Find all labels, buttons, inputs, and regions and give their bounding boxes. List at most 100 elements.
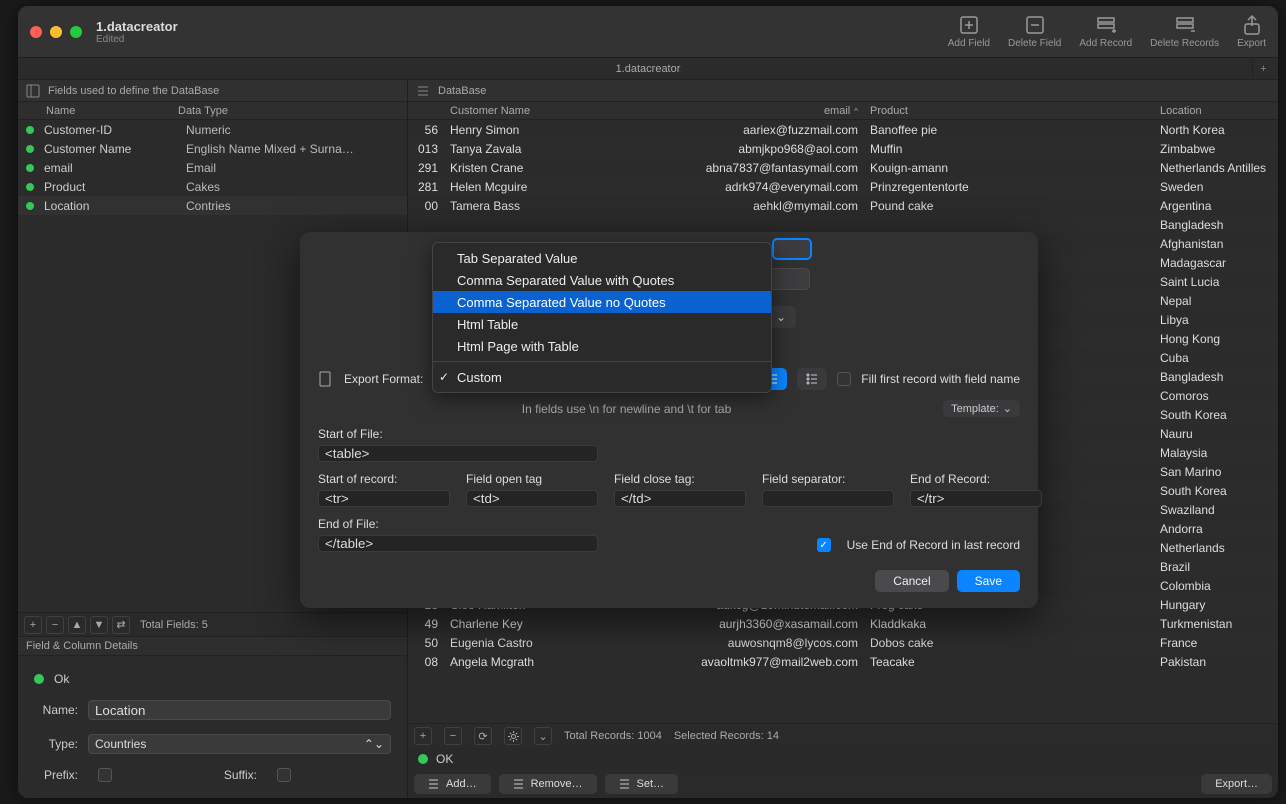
add-record-button[interactable]: Add Record bbox=[1079, 14, 1132, 49]
fields-panel-header: Fields used to define the DataBase bbox=[18, 80, 407, 102]
grid-view-toggle[interactable] bbox=[797, 368, 827, 390]
toolbar: Add Field Delete Field Add Record Delete… bbox=[948, 14, 1266, 49]
menu-item[interactable]: Tab Separated Value bbox=[433, 247, 771, 269]
end-record-input[interactable] bbox=[910, 490, 1042, 507]
open-tag-input[interactable] bbox=[466, 490, 598, 507]
status-dot-icon bbox=[34, 674, 44, 684]
add-field-mini-button[interactable]: + bbox=[24, 616, 42, 634]
menu-item[interactable]: Html Table bbox=[433, 313, 771, 335]
start-file-input[interactable] bbox=[318, 445, 598, 462]
field-row[interactable]: Product Cakes bbox=[18, 177, 407, 196]
shuffle-button[interactable]: ⇄ bbox=[112, 616, 130, 634]
move-down-button[interactable]: ▼ bbox=[90, 616, 108, 634]
app-window: 1.datacreator Edited Add Field Delete Fi… bbox=[18, 6, 1278, 798]
field-type: English Name Mixed + Surna… bbox=[186, 142, 407, 156]
field-type-select[interactable]: Countries ⌃⌄ bbox=[88, 734, 391, 754]
minimize-window-button[interactable] bbox=[50, 26, 62, 38]
end-file-label: End of File: bbox=[318, 517, 598, 531]
menu-item-custom[interactable]: ✓ Custom bbox=[433, 366, 771, 388]
prefix-label: Prefix: bbox=[34, 768, 78, 782]
zoom-window-button[interactable] bbox=[70, 26, 82, 38]
tab-bar: 1.datacreator + bbox=[18, 58, 1278, 80]
cancel-button[interactable]: Cancel bbox=[875, 570, 948, 592]
titlebar: 1.datacreator Edited Add Field Delete Fi… bbox=[18, 6, 1278, 58]
window-subtitle: Edited bbox=[96, 34, 178, 45]
field-status: Ok bbox=[34, 672, 391, 686]
status-dot-icon bbox=[26, 145, 34, 153]
export-icon bbox=[1241, 14, 1263, 36]
start-record-input[interactable] bbox=[318, 490, 450, 507]
separator-input[interactable] bbox=[762, 490, 894, 507]
end-file-input[interactable] bbox=[318, 535, 598, 552]
end-record-label: End of Record: bbox=[910, 472, 1042, 486]
field-name: email bbox=[44, 161, 186, 175]
delete-field-icon bbox=[1024, 14, 1046, 36]
menu-item[interactable]: Html Page with Table bbox=[433, 335, 771, 357]
save-button[interactable]: Save bbox=[957, 570, 1020, 592]
field-detail-body: Ok Name: Type: Countries ⌃⌄ Prefix: bbox=[18, 656, 407, 798]
export-format-label: Export Format: bbox=[344, 372, 423, 386]
total-fields-label: Total Fields: 5 bbox=[140, 619, 208, 631]
new-tab-button[interactable]: + bbox=[1252, 58, 1274, 79]
fill-first-checkbox[interactable] bbox=[837, 372, 851, 386]
export-button[interactable]: Export bbox=[1237, 14, 1266, 49]
field-name: Customer Name bbox=[44, 142, 186, 156]
col-type-header[interactable]: Data Type bbox=[178, 105, 407, 117]
field-type: Numeric bbox=[186, 123, 407, 137]
prefix-checkbox[interactable] bbox=[98, 768, 112, 782]
fields-table-header: Name Data Type bbox=[18, 102, 407, 120]
add-field-icon bbox=[958, 14, 980, 36]
remove-field-mini-button[interactable]: − bbox=[46, 616, 64, 634]
field-type: Cakes bbox=[186, 180, 407, 194]
window-title: 1.datacreator bbox=[96, 19, 178, 34]
chevron-down-icon: ⌄ bbox=[1003, 402, 1012, 415]
document-icon bbox=[318, 371, 334, 387]
field-row[interactable]: Customer Name English Name Mixed + Surna… bbox=[18, 139, 407, 158]
field-detail-header: Field & Column Details bbox=[18, 636, 407, 656]
move-up-button[interactable]: ▲ bbox=[68, 616, 86, 634]
status-dot-icon bbox=[26, 183, 34, 191]
use-end-label: Use End of Record in last record bbox=[847, 538, 1020, 552]
field-name: Customer-ID bbox=[44, 123, 186, 137]
field-name-input[interactable] bbox=[88, 700, 391, 720]
title-block: 1.datacreator Edited bbox=[96, 19, 178, 45]
status-dot-icon bbox=[26, 202, 34, 210]
suffix-checkbox[interactable] bbox=[277, 768, 291, 782]
field-type: Contries bbox=[186, 199, 407, 213]
open-tag-label: Field open tag bbox=[466, 472, 598, 486]
field-row[interactable]: Customer-ID Numeric bbox=[18, 120, 407, 139]
col-name-header[interactable]: Name bbox=[18, 105, 178, 117]
tab-title[interactable]: 1.datacreator bbox=[616, 63, 681, 75]
menu-separator bbox=[433, 361, 771, 362]
menu-item[interactable]: Comma Separated Value no Quotes bbox=[433, 291, 771, 313]
suffix-label: Suffix: bbox=[213, 768, 257, 782]
name-label: Name: bbox=[34, 703, 78, 717]
delete-records-icon bbox=[1174, 14, 1196, 36]
template-select[interactable]: Template: ⌄ bbox=[943, 400, 1020, 417]
panel-icon bbox=[26, 84, 40, 98]
add-field-button[interactable]: Add Field bbox=[948, 14, 990, 49]
status-dot-icon bbox=[26, 126, 34, 134]
chevron-updown-icon: ⌃⌄ bbox=[364, 737, 384, 751]
close-tag-input[interactable] bbox=[614, 490, 746, 507]
fields-table: Name Data Type Customer-ID Numeric Custo… bbox=[18, 102, 407, 215]
delete-records-button[interactable]: Delete Records bbox=[1150, 14, 1219, 49]
close-window-button[interactable] bbox=[30, 26, 42, 38]
field-row[interactable]: Location Contries bbox=[18, 196, 407, 215]
start-record-label: Start of record: bbox=[318, 472, 450, 486]
use-end-checkbox[interactable] bbox=[817, 538, 831, 552]
bullet-list-icon bbox=[805, 372, 819, 386]
separator-label: Field separator: bbox=[762, 472, 894, 486]
field-name: Product bbox=[44, 180, 186, 194]
field-name: Location bbox=[44, 199, 186, 213]
window-controls bbox=[30, 26, 82, 38]
type-label: Type: bbox=[34, 737, 78, 751]
fill-first-label: Fill first record with field name bbox=[861, 372, 1020, 386]
format-dropdown-menu: Tab Separated ValueComma Separated Value… bbox=[432, 242, 772, 393]
field-row[interactable]: email Email bbox=[18, 158, 407, 177]
format-name-input[interactable] bbox=[772, 238, 812, 260]
close-tag-label: Field close tag: bbox=[614, 472, 746, 486]
fields-toolbar: + − ▲ ▼ ⇄ Total Fields: 5 bbox=[18, 612, 407, 636]
delete-field-button[interactable]: Delete Field bbox=[1008, 14, 1061, 49]
menu-item[interactable]: Comma Separated Value with Quotes bbox=[433, 269, 771, 291]
